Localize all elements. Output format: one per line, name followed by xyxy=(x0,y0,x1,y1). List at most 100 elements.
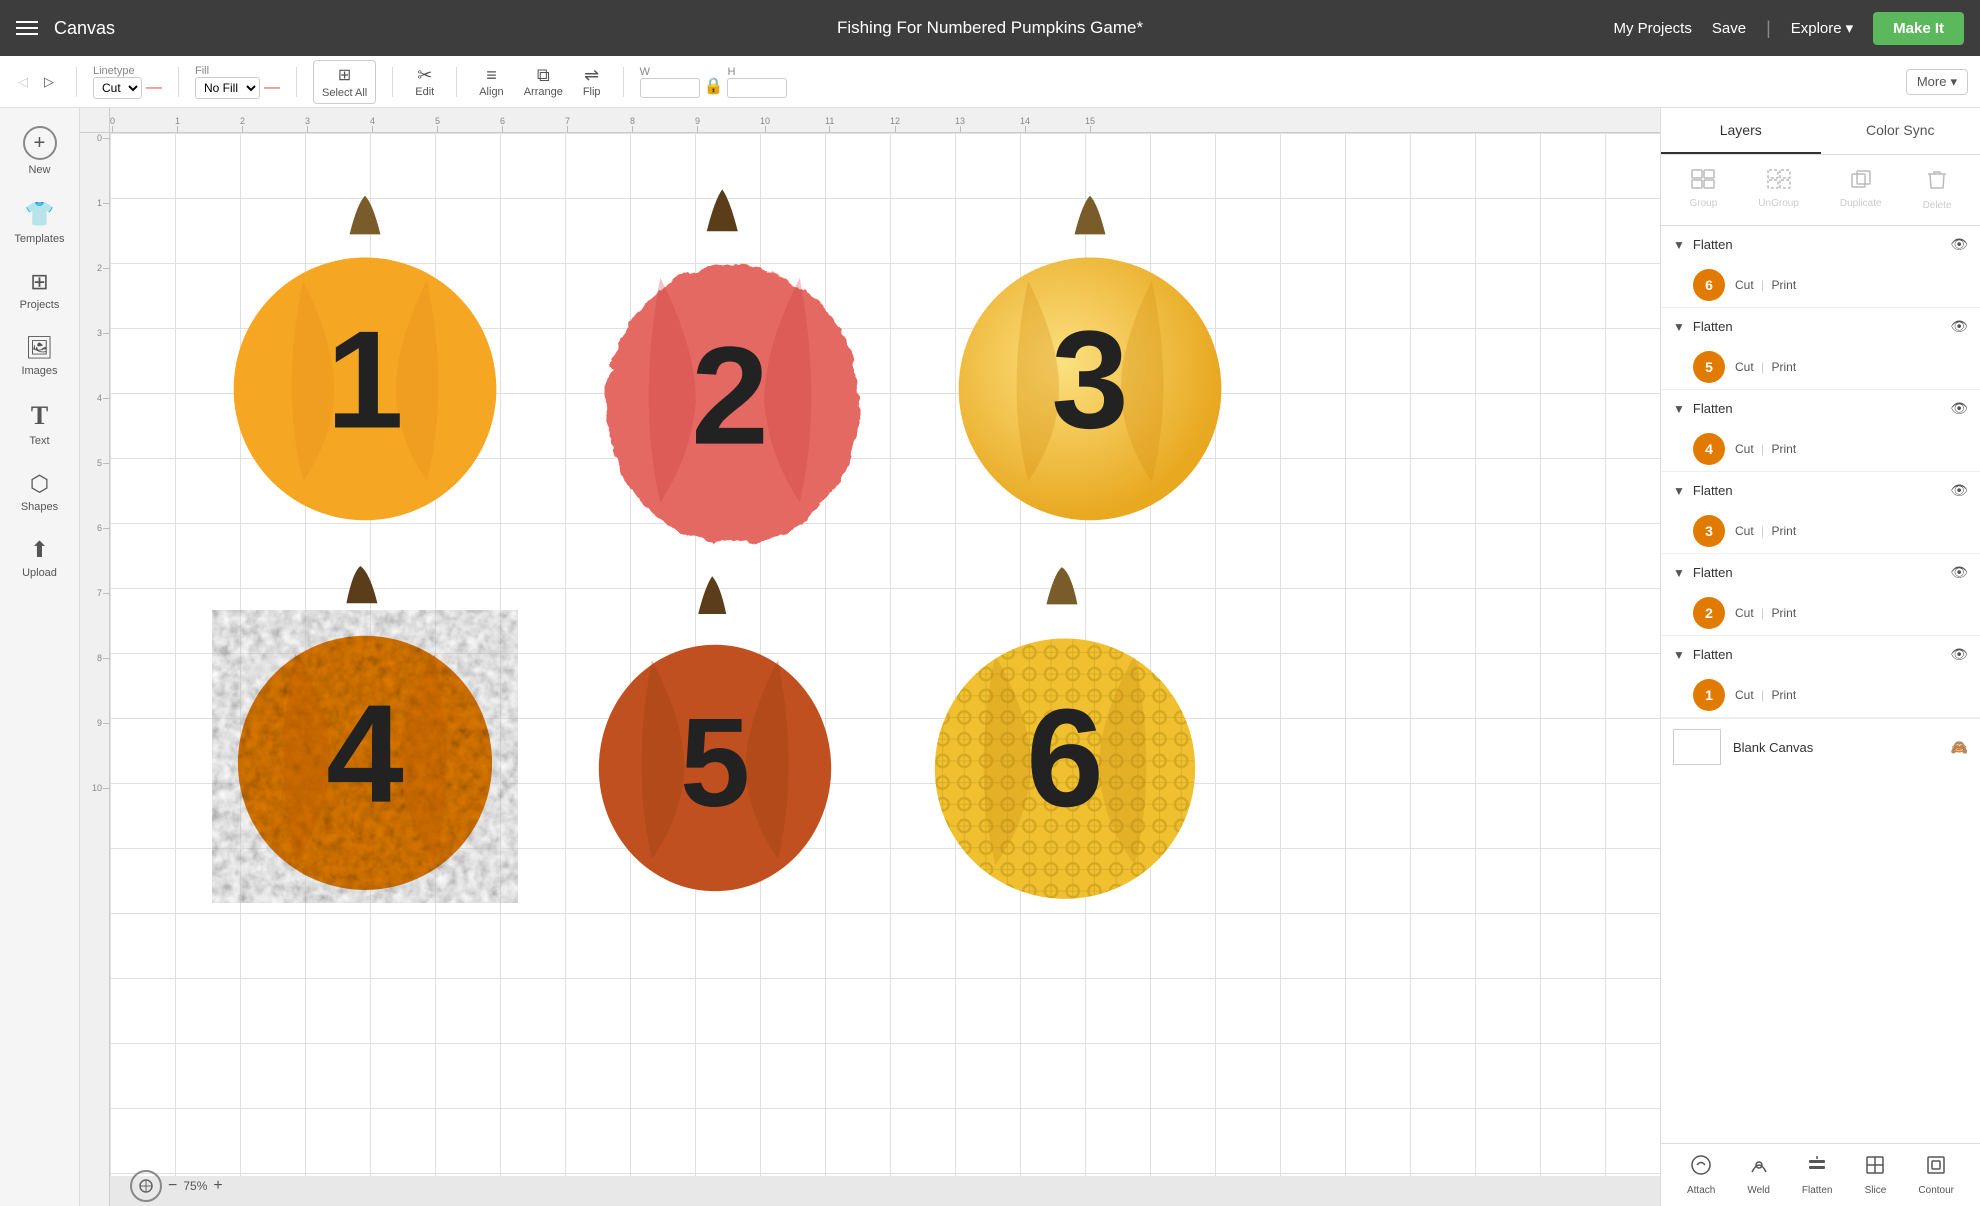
linetype-label: Linetype xyxy=(93,65,135,77)
eye-icon-2[interactable]: 👁 xyxy=(1950,564,1968,581)
canvas-scroll[interactable]: 1 xyxy=(110,133,1660,1176)
size-group: W 🔒 H xyxy=(640,66,788,98)
layer-thumb-2: 2 xyxy=(1693,597,1725,629)
chevron-down-icon: ▾ xyxy=(1950,74,1957,90)
group-button[interactable]: Group xyxy=(1680,163,1728,217)
attach-icon xyxy=(1690,1154,1712,1182)
edit-tool[interactable]: ✂ Edit xyxy=(409,63,440,100)
zoom-out-button[interactable]: − xyxy=(168,1177,177,1195)
separator-5 xyxy=(456,67,457,97)
chevron-icon-2: ▼ xyxy=(1673,566,1685,580)
zoom-level: 75% xyxy=(183,1179,207,1193)
layer-group-4: ▼ Flatten 👁 4 Cut | Print xyxy=(1661,390,1980,472)
layer-item-2: 2 Cut | Print xyxy=(1661,591,1980,635)
eye-icon-1[interactable]: 👁 xyxy=(1950,646,1968,663)
delete-icon xyxy=(1927,169,1947,197)
layer-header-2[interactable]: ▼ Flatten 👁 xyxy=(1661,554,1980,591)
pumpkin-2[interactable]: 2 xyxy=(575,173,885,553)
flatten-button[interactable]: Flatten xyxy=(1802,1154,1833,1196)
sidebar-item-shapes[interactable]: ⬡ Shapes xyxy=(4,461,76,523)
sidebar-item-text[interactable]: T Text xyxy=(4,391,76,457)
contour-button[interactable]: Contour xyxy=(1918,1154,1954,1196)
separator-1 xyxy=(76,67,77,97)
my-projects-link[interactable]: My Projects xyxy=(1614,20,1692,37)
pumpkin-6[interactable]: 6 xyxy=(910,553,1220,913)
new-icon: + xyxy=(23,126,57,160)
sidebar-item-templates[interactable]: 👕 Templates xyxy=(4,190,76,255)
tab-layers[interactable]: Layers xyxy=(1661,108,1821,154)
ruler-vertical: 012345678910 xyxy=(80,133,110,1206)
target-icon[interactable] xyxy=(130,1170,162,1202)
layer-group-5: ▼ Flatten 👁 5 Cut | Print xyxy=(1661,308,1980,390)
undo-redo-group: ◁ ▷ xyxy=(12,70,60,94)
size-h-input[interactable] xyxy=(727,78,787,98)
chevron-icon-4: ▼ xyxy=(1673,402,1685,416)
size-w-label: W xyxy=(640,66,650,78)
canvas-grid: 1 xyxy=(110,133,1660,1176)
blank-canvas-eye-icon[interactable]: 🙈 xyxy=(1951,739,1968,756)
ruler-corner xyxy=(80,108,110,133)
layers-list: ▼ Flatten 👁 6 Cut | Print ▼ Flatt xyxy=(1661,226,1980,1143)
sidebar-item-projects[interactable]: ⊞ Projects xyxy=(4,259,76,321)
sidebar-item-upload[interactable]: ⬆ Upload xyxy=(4,527,76,589)
undo-button[interactable]: ◁ xyxy=(12,70,34,94)
sidebar-item-new[interactable]: + New xyxy=(4,116,76,186)
canvas-area: 0123456789101112131415 012345678910 xyxy=(80,108,1660,1206)
make-it-button[interactable]: Make It xyxy=(1873,12,1964,45)
layer-header-3[interactable]: ▼ Flatten 👁 xyxy=(1661,472,1980,509)
arrange-tool[interactable]: ⧉ Arrange xyxy=(518,63,569,100)
flip-tool[interactable]: ⇌ Flip xyxy=(577,63,607,100)
separator-2 xyxy=(178,67,179,97)
delete-button[interactable]: Delete xyxy=(1913,163,1962,217)
weld-icon xyxy=(1748,1154,1770,1182)
zoom-in-button[interactable]: + xyxy=(213,1177,222,1195)
size-h-label: H xyxy=(727,66,735,78)
select-all-button[interactable]: ⊞ Select All xyxy=(313,60,376,104)
weld-button[interactable]: Weld xyxy=(1747,1154,1770,1196)
eye-icon-6[interactable]: 👁 xyxy=(1950,236,1968,253)
pumpkin-5[interactable]: 5 xyxy=(575,563,855,903)
duplicate-button[interactable]: Duplicate xyxy=(1830,163,1892,217)
layer-header-4[interactable]: ▼ Flatten 👁 xyxy=(1661,390,1980,427)
linetype-color-icon: — xyxy=(146,79,162,97)
layer-item-4: 4 Cut | Print xyxy=(1661,427,1980,471)
tab-color-sync[interactable]: Color Sync xyxy=(1821,108,1980,154)
fill-select[interactable]: No Fill xyxy=(195,77,260,99)
eye-icon-3[interactable]: 👁 xyxy=(1950,482,1968,499)
pumpkin-4[interactable]: 4 xyxy=(210,553,520,903)
attach-button[interactable]: Attach xyxy=(1687,1154,1715,1196)
templates-icon: 👕 xyxy=(25,200,55,229)
blank-canvas-label: Blank Canvas xyxy=(1733,740,1939,755)
layer-header-1[interactable]: ▼ Flatten 👁 xyxy=(1661,636,1980,673)
nav-right-group: My Projects Save | Explore ▾ Make It xyxy=(1614,12,1965,45)
layer-header-6[interactable]: ▼ Flatten 👁 xyxy=(1661,226,1980,263)
chevron-icon-5: ▼ xyxy=(1673,320,1685,334)
ungroup-icon xyxy=(1767,169,1791,195)
layer-actions-2: Cut | Print xyxy=(1735,606,1796,620)
explore-button[interactable]: Explore ▾ xyxy=(1791,19,1853,37)
layer-thumb-5: 5 xyxy=(1693,351,1725,383)
group-icon xyxy=(1691,169,1715,195)
size-w-input[interactable] xyxy=(640,78,700,98)
layer-actions-3: Cut | Print xyxy=(1735,524,1796,538)
more-button[interactable]: More ▾ xyxy=(1906,69,1968,95)
eye-icon-5[interactable]: 👁 xyxy=(1950,318,1968,335)
linetype-select[interactable]: Cut xyxy=(93,77,142,99)
layer-thumb-1: 1 xyxy=(1693,679,1725,711)
sidebar-item-images[interactable]: 🖼 Images xyxy=(4,325,76,387)
pumpkin-1[interactable]: 1 xyxy=(210,188,520,528)
align-tool[interactable]: ≡ Align xyxy=(473,63,509,100)
slice-button[interactable]: Slice xyxy=(1864,1154,1886,1196)
svg-text:3: 3 xyxy=(1051,303,1128,458)
pumpkin-3[interactable]: 3 xyxy=(935,188,1245,528)
blank-canvas-thumb xyxy=(1673,729,1721,765)
redo-button[interactable]: ▷ xyxy=(38,70,60,94)
toolbar-right-group: More ▾ xyxy=(1906,69,1968,95)
hamburger-menu[interactable] xyxy=(16,21,38,35)
ungroup-button[interactable]: UnGroup xyxy=(1748,163,1809,217)
flatten-icon xyxy=(1806,1154,1828,1182)
layer-item-3: 3 Cut | Print xyxy=(1661,509,1980,553)
eye-icon-4[interactable]: 👁 xyxy=(1950,400,1968,417)
save-button[interactable]: Save xyxy=(1712,20,1746,37)
layer-header-5[interactable]: ▼ Flatten 👁 xyxy=(1661,308,1980,345)
